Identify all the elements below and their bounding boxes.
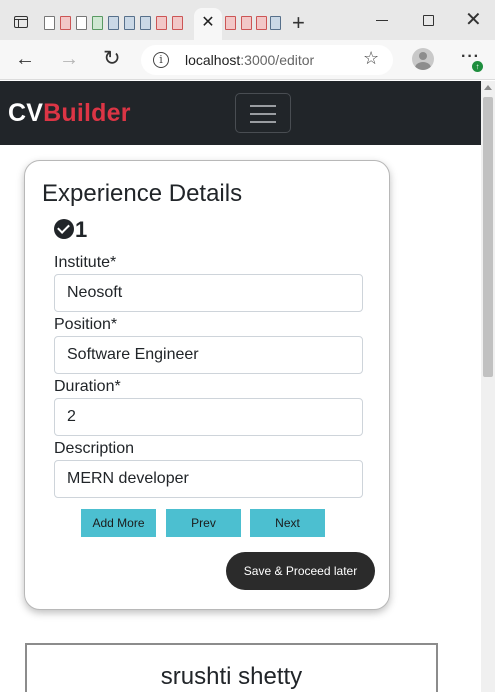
hamburger-line (250, 121, 276, 123)
back-arrow-icon[interactable]: ← (15, 48, 35, 70)
reload-icon[interactable]: ↻ (103, 48, 121, 70)
page-viewport: CVBuilder Experience Details 1 Institute… (0, 81, 481, 692)
tab-actions-icon[interactable] (14, 16, 28, 28)
browser-tab[interactable] (225, 16, 236, 30)
page-scrollbar[interactable] (481, 81, 495, 692)
browser-tab[interactable] (60, 16, 71, 30)
site-info-icon[interactable]: i (153, 52, 169, 68)
browser-tab[interactable] (140, 16, 151, 30)
position-input[interactable] (54, 336, 363, 374)
hamburger-line (250, 105, 276, 107)
browser-tab[interactable] (270, 16, 281, 30)
browser-tab[interactable] (44, 16, 55, 30)
browser-tab[interactable] (156, 16, 167, 30)
description-input[interactable] (54, 460, 363, 498)
update-badge-icon: ↑ (472, 61, 483, 72)
browser-tab[interactable] (108, 16, 119, 30)
description-label: Description (54, 440, 135, 457)
brand-cv-text: CV (8, 99, 44, 127)
section-title: Experience Details (42, 180, 243, 207)
scrollbar-thumb[interactable] (483, 97, 493, 377)
minimize-icon[interactable] (376, 20, 388, 21)
app-navbar: CVBuilder (0, 81, 481, 145)
preview-name: srushti shetty (160, 663, 303, 690)
url-text[interactable]: localhost:3000/editor (185, 52, 314, 68)
prev-button[interactable]: Prev (166, 509, 241, 537)
navbar-toggler-button[interactable] (235, 93, 291, 133)
browser-tab[interactable] (241, 16, 252, 30)
entry-number: 1 (75, 217, 88, 242)
resume-preview: srushti shetty (25, 643, 438, 692)
duration-label: Duration* (54, 378, 121, 395)
brand-builder-text: Builder (43, 99, 131, 127)
scroll-up-icon[interactable] (484, 85, 492, 90)
window-close-icon[interactable]: ✕ (465, 10, 482, 30)
experience-card: Experience Details 1 Institute* Position… (24, 160, 390, 610)
close-tab-icon[interactable]: ✕ (194, 12, 222, 34)
new-tab-icon[interactable]: + (292, 11, 305, 35)
maximize-icon[interactable] (423, 15, 434, 26)
browser-tab[interactable] (92, 16, 103, 30)
add-more-button[interactable]: Add More (81, 509, 156, 537)
next-button[interactable]: Next (250, 509, 325, 537)
browser-tab-bar: ✕ + ✕ (0, 0, 495, 40)
add-favorite-icon[interactable]: ☆ (363, 48, 379, 69)
institute-input[interactable] (54, 274, 363, 312)
profile-avatar[interactable] (412, 48, 434, 70)
hamburger-line (250, 113, 276, 115)
duration-input[interactable] (54, 398, 363, 436)
url-field[interactable]: i localhost:3000/editor ☆ (141, 45, 393, 75)
browser-tab[interactable] (124, 16, 135, 30)
browser-tab[interactable] (76, 16, 87, 30)
institute-label: Institute* (54, 254, 117, 271)
active-browser-tab[interactable]: ✕ (194, 8, 222, 40)
brand-logo[interactable]: CVBuilder (8, 99, 131, 128)
browser-tab[interactable] (172, 16, 183, 30)
browser-tab[interactable] (256, 16, 267, 30)
forward-arrow-icon[interactable]: → (59, 48, 79, 70)
position-label: Position* (54, 316, 118, 333)
save-proceed-later-button[interactable]: Save & Proceed later (226, 552, 375, 590)
check-circle-icon (54, 219, 74, 239)
address-bar: ← → ↻ i localhost:3000/editor ☆ ··· ↑ (0, 40, 495, 80)
